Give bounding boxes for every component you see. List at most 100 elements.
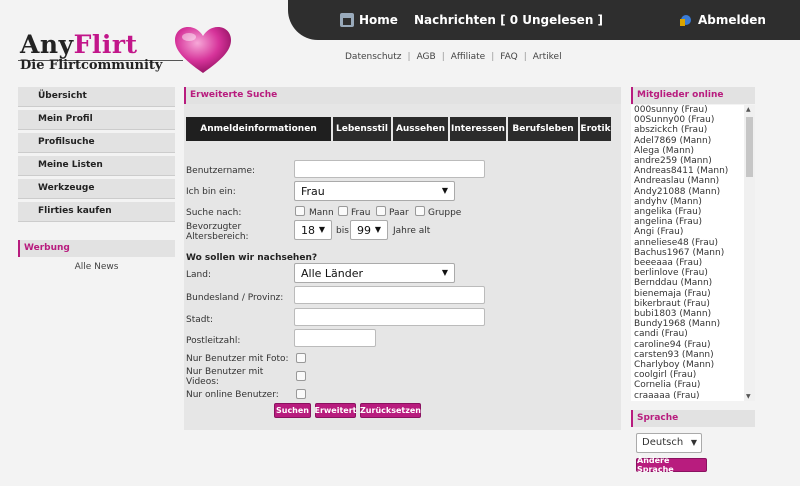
age-label-line1: Bevorzugter bbox=[186, 222, 242, 232]
tab-anmeldeinformationen[interactable]: Anmeldeinformationen bbox=[186, 117, 331, 141]
checkbox-gruppe[interactable] bbox=[415, 206, 425, 216]
online-user-item[interactable]: beeeaaa (Frau) bbox=[631, 258, 755, 268]
heart-icon bbox=[175, 27, 231, 73]
city-input[interactable] bbox=[294, 308, 485, 326]
online-user-item[interactable]: Cornelia (Frau) bbox=[631, 380, 755, 390]
tab-erotik[interactable]: Erotik bbox=[580, 117, 611, 141]
tab-aussehen[interactable]: Aussehen bbox=[393, 117, 448, 141]
online-user-item[interactable]: bubi1803 (Mann) bbox=[631, 309, 755, 319]
search-button[interactable]: Suchen bbox=[274, 403, 311, 418]
online-user-item[interactable]: Bachus1967 (Mann) bbox=[631, 248, 755, 258]
scrollbar[interactable]: ▲ ▼ bbox=[744, 105, 755, 401]
video-only-label-line2: Videos: bbox=[186, 377, 219, 387]
online-user-item[interactable]: angelika (Frau) bbox=[631, 207, 755, 217]
online-user-item[interactable]: Andreas8411 (Mann) bbox=[631, 166, 755, 176]
dropdown-arrow-icon: ▼ bbox=[441, 268, 448, 277]
country-select[interactable]: Alle Länder ▼ bbox=[294, 263, 455, 283]
scroll-up-icon[interactable]: ▲ bbox=[746, 106, 751, 113]
iam-select[interactable]: Frau ▼ bbox=[294, 181, 455, 201]
messages-link[interactable]: Nachrichten [ 0 Ungelesen ] bbox=[414, 13, 603, 27]
scrollbar-thumb[interactable] bbox=[746, 117, 753, 177]
all-news-link[interactable]: Alle News bbox=[18, 262, 175, 272]
online-user-item[interactable]: Andreaslau (Mann) bbox=[631, 176, 755, 186]
online-users-container: 000sunny (Frau) 00Sunny00 (Frau) abszickch… bbox=[631, 105, 755, 401]
state-input[interactable] bbox=[294, 286, 485, 304]
language-select[interactable]: Deutsch ▼ bbox=[636, 433, 702, 453]
online-user-item[interactable]: andyhv (Mann) bbox=[631, 197, 755, 207]
online-user-item[interactable]: candi (Frau) bbox=[631, 329, 755, 339]
separator: | bbox=[523, 52, 527, 62]
sidebar-item-flirties-kaufen[interactable]: Flirties kaufen bbox=[18, 202, 175, 222]
online-user-item[interactable]: Adel7869 (Mann) bbox=[631, 136, 755, 146]
online-user-item[interactable]: angelina (Frau) bbox=[631, 217, 755, 227]
online-user-item[interactable]: andre259 (Mann) bbox=[631, 156, 755, 166]
iam-label: Ich bin ein: bbox=[186, 187, 236, 197]
checkbox-frau[interactable] bbox=[338, 206, 348, 216]
age-to-select[interactable]: 99 ▼ bbox=[350, 220, 388, 240]
online-user-item[interactable]: carsten93 (Mann) bbox=[631, 350, 755, 360]
tab-interessen[interactable]: Interessen bbox=[450, 117, 506, 141]
online-user-item[interactable]: Charlyboy (Mann) bbox=[631, 360, 755, 370]
checkbox-mann[interactable] bbox=[295, 206, 305, 216]
online-user-item[interactable]: bienemaja (Frau) bbox=[631, 289, 755, 299]
online-only-label: Nur online Benutzer: bbox=[186, 390, 279, 400]
link-faq[interactable]: FAQ bbox=[500, 52, 517, 62]
online-user-item[interactable]: berlinlove (Frau) bbox=[631, 268, 755, 278]
link-agb[interactable]: AGB bbox=[417, 52, 436, 62]
logout-link[interactable]: Abmelden bbox=[680, 13, 766, 27]
language-title: Sprache bbox=[631, 410, 755, 427]
home-label: Home bbox=[359, 13, 398, 27]
site-logo[interactable]: AnyFlirt Die Flirtcommunity bbox=[18, 27, 238, 80]
city-label: Stadt: bbox=[186, 315, 214, 325]
home-link[interactable]: Home bbox=[340, 13, 398, 27]
sidebar-item-werkzeuge[interactable]: Werkzeuge bbox=[18, 179, 175, 199]
online-user-item[interactable]: abszickch (Frau) bbox=[631, 125, 755, 135]
sidebar-item-meine-listen[interactable]: Meine Listen bbox=[18, 156, 175, 176]
advanced-button[interactable]: Erweitert bbox=[315, 403, 357, 418]
online-user-item[interactable]: Alega (Mann) bbox=[631, 146, 755, 156]
online-user-item[interactable]: craaaaa (Frau) bbox=[631, 391, 755, 401]
checkbox-mann-label: Mann bbox=[309, 208, 334, 218]
zip-input[interactable] bbox=[294, 329, 376, 347]
link-affiliate[interactable]: Affiliate bbox=[451, 52, 485, 62]
link-artikel[interactable]: Artikel bbox=[533, 52, 562, 62]
sidebar-item-mein-profil[interactable]: Mein Profil bbox=[18, 110, 175, 130]
logout-label: Abmelden bbox=[698, 13, 766, 27]
online-user-item[interactable]: 00Sunny00 (Frau) bbox=[631, 115, 755, 125]
sidebar-item-uebersicht[interactable]: Übersicht bbox=[18, 87, 175, 107]
online-user-item[interactable]: Bernddau (Mann) bbox=[631, 278, 755, 288]
iam-value: Frau bbox=[301, 185, 325, 198]
home-icon bbox=[340, 13, 354, 27]
checkbox-paar[interactable] bbox=[376, 206, 386, 216]
logo-subtitle: Die Flirtcommunity bbox=[20, 58, 163, 73]
separator: | bbox=[441, 52, 445, 62]
change-language-button[interactable]: Ändere Sprache bbox=[636, 456, 707, 474]
age-from-select[interactable]: 18 ▼ bbox=[294, 220, 332, 240]
online-user-item[interactable]: 000sunny (Frau) bbox=[631, 105, 755, 115]
video-only-checkbox[interactable] bbox=[296, 371, 306, 381]
logo-text-any: Any bbox=[20, 30, 74, 59]
online-user-item[interactable]: Bundy1968 (Mann) bbox=[631, 319, 755, 329]
tab-lebensstil[interactable]: Lebensstil bbox=[333, 117, 391, 141]
online-user-item[interactable]: Andy21088 (Mann) bbox=[631, 187, 755, 197]
tab-berufsleben[interactable]: Berufsleben bbox=[508, 117, 578, 141]
search-tabs: Anmeldeinformationen Lebensstil Aussehen… bbox=[186, 117, 613, 141]
online-user-item[interactable]: Angi (Frau) bbox=[631, 227, 755, 237]
dropdown-arrow-icon: ▼ bbox=[318, 225, 325, 234]
location-section-title: Wo sollen wir nachsehen? bbox=[186, 253, 318, 263]
sidebar-menu: Übersicht Mein Profil Profilsuche Meine … bbox=[18, 87, 175, 225]
checkbox-frau-label: Frau bbox=[351, 208, 371, 218]
username-input[interactable] bbox=[294, 160, 485, 178]
online-user-item[interactable]: bikerbraut (Frau) bbox=[631, 299, 755, 309]
link-datenschutz[interactable]: Datenschutz bbox=[345, 52, 402, 62]
photo-only-checkbox[interactable] bbox=[296, 353, 306, 363]
photo-only-label: Nur Benutzer mit Foto: bbox=[186, 354, 289, 364]
reset-button[interactable]: Zurücksetzen bbox=[360, 403, 421, 418]
online-user-item[interactable]: caroline94 (Frau) bbox=[631, 340, 755, 350]
online-members-list[interactable]: 000sunny (Frau) 00Sunny00 (Frau) abszickch… bbox=[631, 105, 755, 401]
sidebar-item-profilsuche[interactable]: Profilsuche bbox=[18, 133, 175, 153]
online-user-item[interactable]: coolgirl (Frau) bbox=[631, 370, 755, 380]
online-user-item[interactable]: anneliese48 (Frau) bbox=[631, 238, 755, 248]
scroll-down-icon[interactable]: ▼ bbox=[746, 393, 751, 400]
online-only-checkbox[interactable] bbox=[296, 389, 306, 399]
